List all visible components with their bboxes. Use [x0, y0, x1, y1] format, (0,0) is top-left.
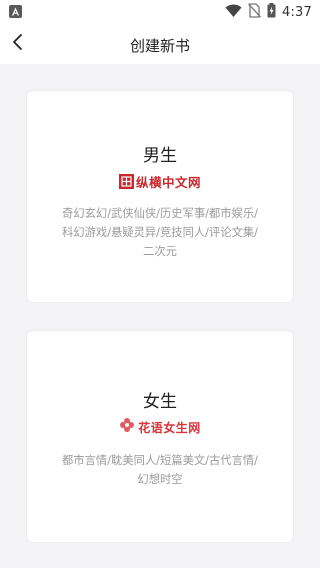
female-genre-list: 都市言情/耽美同人/短篇美文/古代言情/幻想时空 — [62, 454, 258, 486]
status-icons: 4:37 — [225, 2, 312, 22]
male-category-card[interactable]: 男生 纵横中文网 奇幻玄幻/武侠仙侠/历史军事/都市娱乐/科幻游戏/悬疑灵异/竞… — [27, 91, 293, 302]
flower-logo-icon — [119, 417, 135, 437]
no-sim-icon — [248, 2, 261, 22]
male-genre-list: 奇幻玄幻/武侠仙侠/历史军事/都市娱乐/科幻游戏/悬疑灵异/竞技同人/评论文集/… — [62, 207, 258, 258]
female-card-title: 女生 — [143, 392, 177, 412]
zongheng-logo-text: 纵横中文网 — [135, 175, 201, 190]
wifi-icon — [225, 3, 242, 22]
male-card-title: 男生 — [143, 146, 177, 166]
battery-charging-icon — [267, 2, 276, 22]
zongheng-mark-icon — [118, 174, 134, 189]
female-category-card[interactable]: 女生 花语女生网 都市言情/耽美同人/短篇美文/古代言情/幻想时空 — [27, 331, 293, 542]
huayu-logo: 花语女生网 — [27, 417, 293, 437]
page-title: 创建新书 — [129, 37, 190, 55]
nav-bar: 创建新书 — [0, 24, 320, 64]
huayu-logo-text: 花语女生网 — [138, 420, 201, 435]
status-bar: 4:37 — [0, 0, 320, 24]
app-notification-icon — [9, 5, 22, 18]
zongheng-logo: 纵横中文网 — [27, 172, 293, 191]
status-time: 4:37 — [282, 4, 312, 20]
